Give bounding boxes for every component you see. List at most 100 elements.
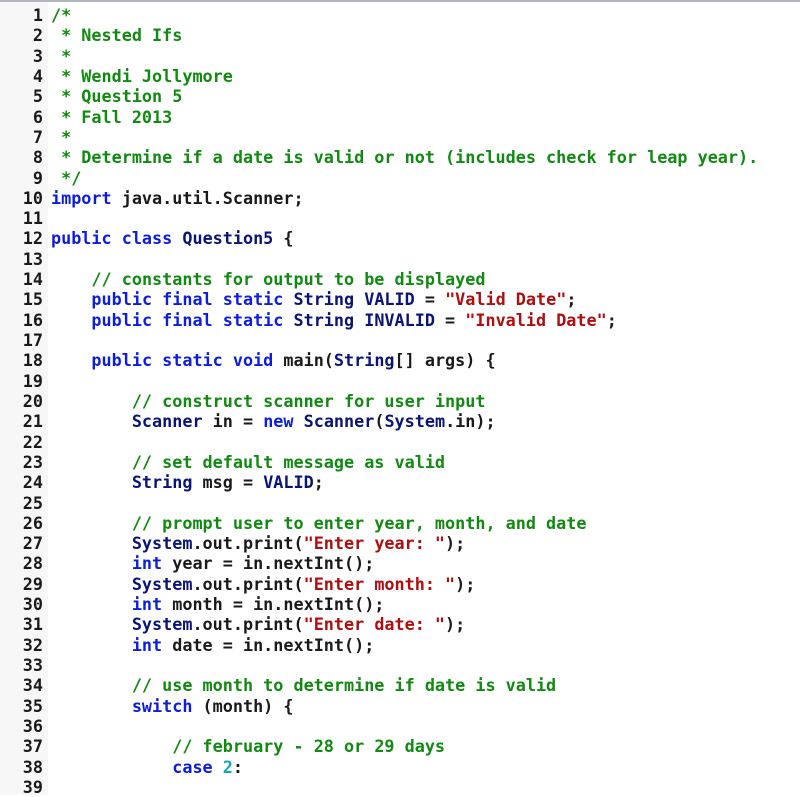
code-line[interactable]: 34 // use month to determine if date is … xyxy=(0,675,800,695)
keyword-token: new xyxy=(263,411,294,432)
code-line[interactable]: 33 xyxy=(0,655,800,675)
code-line[interactable]: 7 * xyxy=(0,127,800,147)
comment-token: // use month to determine if date is val… xyxy=(131,675,557,696)
code-line[interactable]: 22 xyxy=(0,432,800,452)
plain-token: date = in.nextInt(); xyxy=(162,634,375,655)
code-line[interactable]: 4 * Wendi Jollymore xyxy=(0,66,800,86)
line-number: 24 xyxy=(22,472,43,493)
code-text: // set default message as valid xyxy=(51,452,445,472)
type-token: VALID xyxy=(263,472,314,493)
code-line[interactable]: 20 // construct scanner for user input xyxy=(0,391,800,411)
code-text: * Fall 2013 xyxy=(51,107,172,127)
line-number: 14 xyxy=(22,269,43,290)
code-line[interactable]: 38 case 2: xyxy=(0,757,800,777)
line-number: 5 xyxy=(32,86,43,107)
code-line[interactable]: 3 * xyxy=(0,46,800,66)
line-number: 20 xyxy=(22,390,43,411)
code-line[interactable]: 37 // february - 28 or 29 days xyxy=(0,736,800,756)
line-number: 19 xyxy=(22,370,43,391)
code-line[interactable]: 31 System.out.print("Enter date: "); xyxy=(0,614,800,634)
code-line[interactable]: 36 xyxy=(0,716,800,736)
code-line[interactable]: 9 */ xyxy=(0,168,800,188)
code-line[interactable]: 24 String msg = VALID; xyxy=(0,472,800,492)
keyword-token: public class xyxy=(51,228,173,249)
code-text: public static void main(String[] args) { xyxy=(51,350,495,371)
number-token: 2 xyxy=(222,756,233,777)
line-number: 35 xyxy=(22,695,43,716)
plain-token: main( xyxy=(273,350,334,371)
type-token: String VALID xyxy=(293,289,415,310)
code-line[interactable]: 25 xyxy=(0,493,800,513)
line-number: 4 xyxy=(32,65,43,86)
line-number: 18 xyxy=(22,350,43,371)
code-line[interactable]: 28 int year = in.nextInt(); xyxy=(0,553,800,573)
code-line[interactable]: 35 switch (month) { xyxy=(0,696,800,716)
comment-token: * Fall 2013 xyxy=(51,106,173,127)
line-number: 3 xyxy=(32,45,43,66)
code-line[interactable]: 1 /* xyxy=(0,5,800,25)
line-number: 23 xyxy=(22,451,43,472)
code-text: case 2: xyxy=(51,757,243,777)
code-text: System.out.print("Enter year: "); xyxy=(51,533,465,553)
code-line[interactable]: 15 public final static String VALID = "V… xyxy=(0,289,800,309)
code-line[interactable]: 12 public class Question5 { xyxy=(0,228,800,248)
code-line[interactable]: 13 xyxy=(0,249,800,269)
code-text: * Nested Ifs xyxy=(51,25,182,45)
plain-token: ; xyxy=(313,472,324,493)
line-number: 6 xyxy=(32,106,43,127)
code-text: /* xyxy=(51,5,71,25)
type-token: String xyxy=(333,350,395,371)
comment-token: // construct scanner for user input xyxy=(131,390,486,411)
string-token: "Valid Date" xyxy=(445,289,567,310)
code-line[interactable]: 11 xyxy=(0,208,800,228)
code-line[interactable]: 16 public final static String INVALID = … xyxy=(0,310,800,330)
plain-token: month = in.nextInt(); xyxy=(162,594,385,615)
comment-token: * Determine if a date is valid or not (i… xyxy=(51,147,759,168)
comment-token: * Question 5 xyxy=(51,86,183,107)
string-token: "Enter month: " xyxy=(303,573,456,594)
line-number: 38 xyxy=(22,756,43,777)
line-number: 37 xyxy=(22,736,43,757)
comment-token: * xyxy=(51,126,72,147)
code-line[interactable]: 18 public static void main(String[] args… xyxy=(0,350,800,370)
keyword-token: public final static xyxy=(91,309,284,330)
code-text: System.out.print("Enter month: "); xyxy=(51,573,476,594)
code-line[interactable]: 10 import java.util.Scanner; xyxy=(0,188,800,208)
plain-token: : xyxy=(232,756,243,777)
code-line[interactable]: 27 System.out.print("Enter year: "); xyxy=(0,533,800,553)
line-number: 22 xyxy=(22,431,43,452)
line-number: 39 xyxy=(22,776,43,797)
code-line[interactable]: 19 xyxy=(0,371,800,391)
code-line[interactable]: 2 * Nested Ifs xyxy=(0,25,800,45)
code-line[interactable]: 23 // set default message as valid xyxy=(0,452,800,472)
code-line[interactable]: 39 xyxy=(0,777,800,797)
code-line[interactable]: 17 xyxy=(0,330,800,350)
code-line[interactable]: 21 Scanner in = new Scanner(System.in); xyxy=(0,411,800,431)
code-line[interactable]: 30 int month = in.nextInt(); xyxy=(0,594,800,614)
code-line[interactable]: 14 // constants for output to be display… xyxy=(0,269,800,289)
plain-token: .in); xyxy=(445,411,496,432)
code-line[interactable]: 8 * Determine if a date is valid or not … xyxy=(0,147,800,167)
code-line[interactable]: 32 int date = in.nextInt(); xyxy=(0,635,800,655)
string-token: "Enter date: " xyxy=(303,614,446,635)
type-token: System xyxy=(384,411,446,432)
plain-token: ); xyxy=(445,614,466,635)
code-text: // construct scanner for user input xyxy=(51,390,486,411)
string-token: "Enter year: " xyxy=(303,533,446,554)
line-number: 13 xyxy=(22,248,43,269)
code-editor[interactable]: 1/* 2 * Nested Ifs 3 * 4 * Wendi Jollymore 5… xyxy=(0,0,800,797)
code-line[interactable]: 5 * Question 5 xyxy=(0,86,800,106)
code-line[interactable]: 29 System.out.print("Enter month: "); xyxy=(0,574,800,594)
code-line[interactable]: 26 // prompt user to enter year, month, … xyxy=(0,513,800,533)
line-number: 7 xyxy=(32,126,43,147)
code-line[interactable]: 6 * Fall 2013 xyxy=(0,107,800,127)
string-token: "Invalid Date" xyxy=(465,309,607,330)
